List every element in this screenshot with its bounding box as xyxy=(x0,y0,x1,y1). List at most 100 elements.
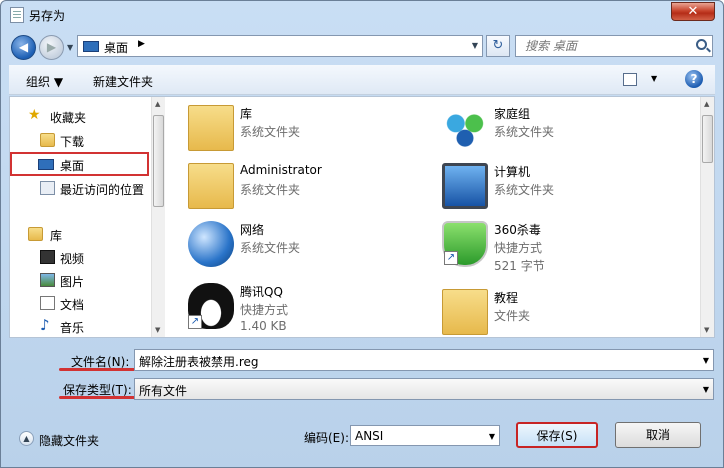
file-name: 教程 xyxy=(494,291,519,305)
file-type: 系统文件夹 xyxy=(240,125,301,139)
cancel-button[interactable]: 取消 xyxy=(615,422,701,448)
file-item-360-antivirus[interactable]: ↗ 360杀毒 快捷方式 521 字节 xyxy=(424,215,664,275)
nav-item-label: 收藏夹 xyxy=(50,111,87,125)
library-folder-icon xyxy=(188,105,234,151)
command-toolbar: 组织 ▼ 新建文件夹 ▼ ? xyxy=(9,65,715,95)
filetype-select[interactable]: 所有文件 ▼ xyxy=(134,378,714,400)
scroll-down-icon[interactable]: ▼ xyxy=(155,326,160,334)
nav-item-label: 库 xyxy=(50,229,63,243)
file-type: 文件夹 xyxy=(494,309,531,323)
scroll-down-icon[interactable]: ▼ xyxy=(704,326,709,334)
help-icon[interactable]: ? xyxy=(685,70,703,88)
desktop-icon xyxy=(38,159,54,170)
forward-button[interactable]: ▶ xyxy=(39,35,64,60)
file-item-network[interactable]: 网络 系统文件夹 xyxy=(170,215,410,271)
filename-value[interactable]: 解除注册表被禁用.reg xyxy=(139,353,259,370)
computer-icon xyxy=(442,163,488,209)
filetype-value: 所有文件 xyxy=(139,384,188,398)
homegroup-icon xyxy=(442,105,488,151)
star-icon: ★ xyxy=(28,107,41,123)
filename-dropdown-icon[interactable]: ▼ xyxy=(703,356,709,365)
folder-icon xyxy=(442,289,488,335)
window-title: 另存为 xyxy=(29,9,66,23)
file-type: 系统文件夹 xyxy=(494,183,555,197)
nav-item-desktop[interactable]: 桌面 xyxy=(10,152,149,176)
recent-pages-dropdown[interactable]: ▼ xyxy=(67,43,73,52)
file-item-homegroup[interactable]: 家庭组 系统文件夹 xyxy=(424,99,664,155)
library-icon xyxy=(28,227,43,241)
nav-item-label: 音乐 xyxy=(60,321,85,335)
nav-scroll-thumb[interactable] xyxy=(153,115,164,207)
file-size: 521 字节 xyxy=(494,259,545,273)
nav-item-label: 桌面 xyxy=(60,159,85,173)
address-bar[interactable]: 桌面 ▶ ▼ xyxy=(77,35,483,57)
nav-item-label: 图片 xyxy=(60,275,85,289)
address-row: ◀ ▶ ▼ 桌面 ▶ ▼ ↻ xyxy=(1,29,723,63)
nav-item-libraries[interactable]: 库 xyxy=(10,223,150,245)
chevron-up-icon[interactable]: ▲ xyxy=(19,431,34,446)
filetype-dropdown-icon[interactable]: ▼ xyxy=(703,385,709,394)
shortcut-arrow-icon: ↗ xyxy=(444,251,458,265)
encoding-dropdown-icon[interactable]: ▼ xyxy=(489,432,495,441)
nav-item-music[interactable]: ♪ 音乐 xyxy=(10,315,150,337)
nav-item-favorites[interactable]: ★ 收藏夹 xyxy=(10,105,150,127)
documents-icon xyxy=(40,296,55,310)
nav-item-label: 下载 xyxy=(60,135,85,149)
file-name: 网络 xyxy=(240,223,265,237)
hide-folders-label[interactable]: 隐藏文件夹 xyxy=(39,432,99,449)
file-item-tutorials[interactable]: 教程 文件夹 xyxy=(424,283,664,339)
file-item-tencent-qq[interactable]: ↗ 腾讯QQ 快捷方式 1.40 KB xyxy=(170,277,410,337)
breadcrumb-desktop[interactable]: 桌面 xyxy=(104,39,128,56)
breadcrumb-arrow-icon[interactable]: ▶ xyxy=(138,39,145,49)
file-type: 系统文件夹 xyxy=(240,183,301,197)
file-item-administrator[interactable]: Administrator 系统文件夹 xyxy=(170,157,410,213)
nav-item-label: 最近访问的位置 xyxy=(60,183,145,197)
nav-item-pictures[interactable]: 图片 xyxy=(10,269,150,291)
search-input[interactable] xyxy=(516,36,694,56)
search-icon[interactable] xyxy=(696,39,707,50)
scroll-up-icon[interactable]: ▲ xyxy=(704,100,709,108)
antivirus-shield-icon: ↗ xyxy=(442,221,488,267)
nav-item-documents[interactable]: 文档 xyxy=(10,292,150,314)
desktop-icon xyxy=(83,41,99,52)
file-item-computer[interactable]: 计算机 系统文件夹 xyxy=(424,157,664,213)
file-item-library[interactable]: 库 系统文件夹 xyxy=(170,99,410,155)
file-list-scroll-thumb[interactable] xyxy=(702,115,713,163)
music-icon: ♪ xyxy=(40,316,50,334)
file-name: 家庭组 xyxy=(494,107,531,121)
save-as-dialog: 另存为 ✕ ◀ ▶ ▼ 桌面 ▶ ▼ ↻ 组织 ▼ 新建文件夹 ▼ ? ★ 收藏… xyxy=(0,0,724,468)
pictures-icon xyxy=(40,273,55,287)
file-name: 库 xyxy=(240,107,253,121)
file-type: 系统文件夹 xyxy=(240,241,301,255)
new-folder-button[interactable]: 新建文件夹 xyxy=(93,73,153,90)
view-options-icon[interactable] xyxy=(623,73,637,86)
view-dropdown-icon[interactable]: ▼ xyxy=(651,74,657,83)
file-type: 快捷方式 xyxy=(494,241,543,255)
scroll-up-icon[interactable]: ▲ xyxy=(155,100,160,108)
search-box[interactable] xyxy=(515,35,713,57)
videos-icon xyxy=(40,250,55,264)
file-list: 库 系统文件夹 家庭组 系统文件夹 Administrator 系统文件夹 计算… xyxy=(170,97,698,337)
encoding-select[interactable]: ANSI ▼ xyxy=(350,425,500,446)
close-button[interactable]: ✕ xyxy=(671,2,715,21)
download-folder-icon xyxy=(40,133,55,147)
nav-item-recent-places[interactable]: 最近访问的位置 xyxy=(10,177,150,199)
file-name: 计算机 xyxy=(494,165,531,179)
address-dropdown-icon[interactable]: ▼ xyxy=(472,41,478,50)
organize-button[interactable]: 组织 ▼ xyxy=(26,73,63,90)
nav-item-videos[interactable]: 视频 xyxy=(10,246,150,268)
save-button[interactable]: 保存(S) xyxy=(516,422,598,448)
back-button[interactable]: ◀ xyxy=(11,35,36,60)
file-list-scrollbar[interactable]: ▲ ▼ xyxy=(700,97,714,337)
title-bar: 另存为 ✕ xyxy=(1,1,723,29)
nav-scrollbar[interactable]: ▲ ▼ xyxy=(151,97,165,337)
filename-field[interactable]: 解除注册表被禁用.reg ▼ xyxy=(134,349,714,371)
nav-item-downloads[interactable]: 下载 xyxy=(10,129,150,151)
file-type: 系统文件夹 xyxy=(494,125,555,139)
qq-penguin-icon: ↗ xyxy=(188,283,234,329)
nav-item-label: 视频 xyxy=(60,252,85,266)
user-folder-icon xyxy=(188,163,234,209)
refresh-button[interactable]: ↻ xyxy=(486,35,510,57)
file-size: 1.40 KB xyxy=(240,319,287,333)
file-type: 快捷方式 xyxy=(240,303,289,317)
